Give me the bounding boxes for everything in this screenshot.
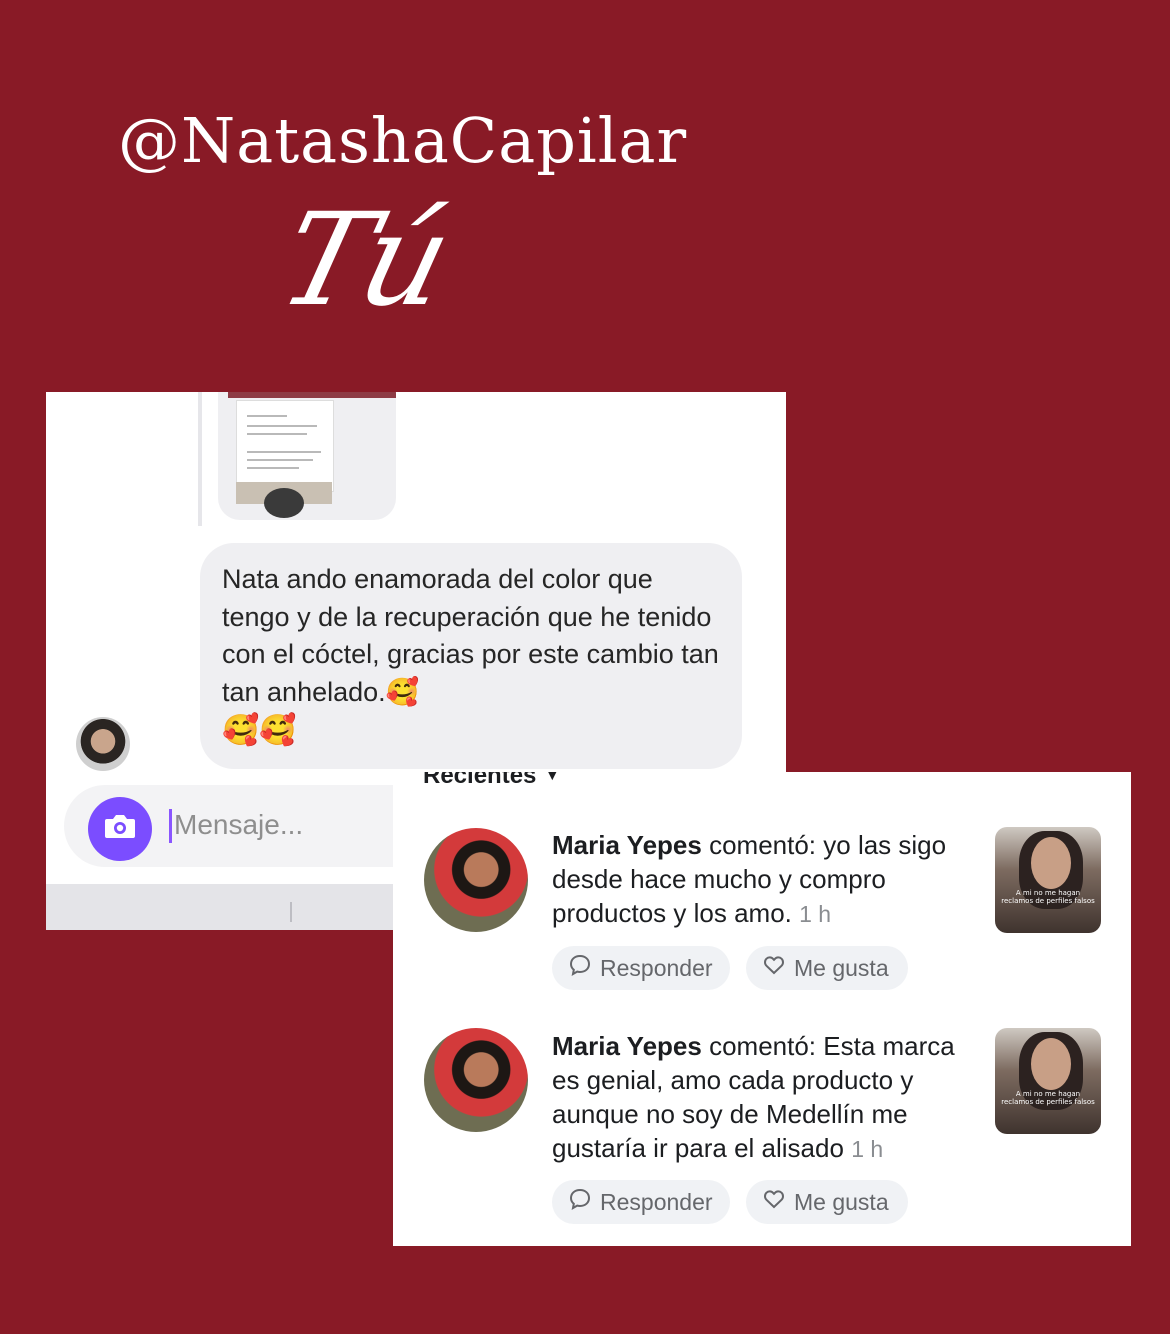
like-label: Me gusta: [794, 954, 889, 981]
message-emojis: 🥰🥰: [222, 714, 297, 747]
comment-verb: comentó:: [709, 830, 817, 860]
comment-time: 1 h: [851, 1136, 884, 1162]
sender-avatar[interactable]: [76, 717, 130, 771]
reply-label: Responder: [600, 1188, 713, 1215]
preview-photo: [236, 482, 332, 518]
caret-down-icon: ▼: [544, 772, 561, 784]
like-button[interactable]: Me gusta: [746, 1180, 908, 1224]
reply-button[interactable]: Responder: [552, 946, 730, 990]
text-cursor: [169, 809, 172, 843]
reply-label: Responder: [600, 954, 713, 981]
script-title: Tú: [266, 186, 460, 335]
speech-bubble-icon: [568, 1187, 592, 1218]
message-bubble: Nata ando enamorada del color que tengo …: [200, 543, 742, 769]
like-button[interactable]: Me gusta: [746, 946, 908, 990]
video-thumbnail[interactable]: A mi no me hagan reclamos de perfiles fa…: [995, 1028, 1101, 1134]
comments-screenshot: Recientes ▼ Maria Yepes comentó: yo las s…: [393, 772, 1131, 1246]
commenter-avatar[interactable]: [424, 1028, 528, 1132]
camera-button[interactable]: [88, 797, 152, 861]
speech-bubble-icon: [568, 953, 592, 984]
heart-icon: [762, 953, 786, 984]
sort-label: Recientes: [423, 772, 537, 789]
like-label: Me gusta: [794, 1188, 889, 1215]
comment-text: Maria Yepes comentó: yo las sigo desde h…: [552, 828, 977, 931]
commenter-avatar[interactable]: [424, 828, 528, 932]
thread-line: [198, 392, 202, 526]
heart-icon: [762, 1187, 786, 1218]
comment-author[interactable]: Maria Yepes: [552, 1031, 702, 1061]
thumbnail-caption: A mi no me hagan reclamos de perfiles fa…: [1001, 1090, 1095, 1106]
comment-actions: Responder Me gusta: [552, 946, 908, 990]
reply-button[interactable]: Responder: [552, 1180, 730, 1224]
comment-actions: Responder Me gusta: [552, 1180, 908, 1224]
thumbnail-caption: A mi no me hagan reclamos de perfiles fa…: [1001, 889, 1095, 905]
comment-time: 1 h: [799, 901, 832, 927]
brand-handle: @NatashaCapilar: [118, 104, 688, 177]
sort-dropdown[interactable]: Recientes ▼: [423, 772, 560, 790]
preview-card: [236, 400, 334, 492]
camera-icon: [103, 811, 137, 847]
shared-post-preview[interactable]: [218, 392, 396, 520]
comment-author[interactable]: Maria Yepes: [552, 830, 702, 860]
preview-header-bar: [228, 392, 396, 398]
message-text: Nata ando enamorada del color que tengo …: [222, 564, 719, 707]
comment-text: Maria Yepes comentó: Esta marca es genia…: [552, 1029, 977, 1166]
comment-verb: comentó:: [709, 1031, 817, 1061]
video-thumbnail[interactable]: A mi no me hagan reclamos de perfiles fa…: [995, 827, 1101, 933]
